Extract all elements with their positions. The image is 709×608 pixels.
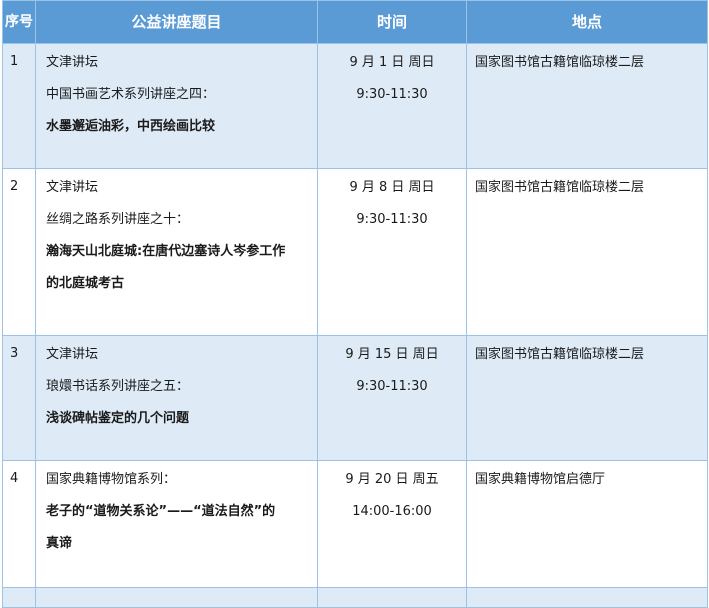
table-header-row: 序号 公益讲座题目 时间 地点 bbox=[2, 0, 708, 44]
lecture-topic-continued: 的北庭城考古 bbox=[46, 276, 125, 291]
lecture-location: 国家典籍博物馆启德厅 bbox=[475, 472, 606, 487]
table-row: 2 文津讲坛 丝绸之路系列讲座之十： 瀚海天山北庭城:在唐代边塞诗人岑参工作 的… bbox=[2, 168, 708, 336]
lecture-hours: 14:00-16:00 bbox=[352, 504, 432, 519]
lecture-subtitle: 丝绸之路系列讲座之十： bbox=[46, 212, 190, 227]
lecture-topic: 水墨邂逅油彩，中西绘画比较 bbox=[46, 119, 216, 134]
location-cell: 国家典籍博物馆启德厅 bbox=[466, 460, 708, 588]
lecture-topic-continued: 真谛 bbox=[46, 536, 73, 551]
lecture-title-cell: 文津讲坛 丝绸之路系列讲座之十： 瀚海天山北庭城:在唐代边塞诗人岑参工作 的北庭… bbox=[35, 168, 318, 336]
time-cell: 9 月 8 日 周日 9:30-11:30 bbox=[317, 168, 467, 336]
lecture-schedule-table: 序号 公益讲座题目 时间 地点 1 文津讲坛 中国书画艺术系列讲座之四： 水墨邂… bbox=[2, 0, 708, 608]
lecture-series: 文津讲坛 bbox=[46, 55, 99, 70]
lecture-title-cell: 国家典籍博物馆系列： 老子的“道物关系论”——“道法自然”的 真谛 bbox=[35, 460, 318, 588]
lecture-date: 9 月 1 日 周日 bbox=[349, 55, 435, 70]
row-number: 3 bbox=[2, 335, 36, 461]
header-lecture-title: 公益讲座题目 bbox=[35, 0, 318, 44]
header-location: 地点 bbox=[466, 0, 708, 44]
lecture-topic: 浅谈碑帖鉴定的几个问题 bbox=[46, 411, 190, 426]
lecture-hours: 9:30-11:30 bbox=[356, 379, 428, 394]
time-cell: 9 月 20 日 周五 14:00-16:00 bbox=[317, 460, 467, 588]
lecture-location: 国家图书馆古籍馆临琼楼二层 bbox=[475, 55, 645, 70]
lecture-hours: 9:30-11:30 bbox=[356, 87, 428, 102]
lecture-topic: 瀚海天山北庭城:在唐代边塞诗人岑参工作 bbox=[46, 244, 286, 259]
table-row: 3 文津讲坛 琅嬛书话系列讲座之五： 浅谈碑帖鉴定的几个问题 9 月 15 日 … bbox=[2, 335, 708, 461]
lecture-subtitle: 琅嬛书话系列讲座之五： bbox=[46, 379, 190, 394]
row-number: 2 bbox=[2, 168, 36, 336]
row-number: 1 bbox=[2, 43, 36, 169]
time-cell: 9 月 1 日 周日 9:30-11:30 bbox=[317, 43, 467, 169]
lecture-location: 国家图书馆古籍馆临琼楼二层 bbox=[475, 180, 645, 195]
location-cell: 国家图书馆古籍馆临琼楼二层 bbox=[466, 168, 708, 336]
location-cell: 国家图书馆古籍馆临琼楼二层 bbox=[466, 335, 708, 461]
lecture-title-cell: 文津讲坛 琅嬛书话系列讲座之五： 浅谈碑帖鉴定的几个问题 bbox=[35, 335, 318, 461]
lecture-series: 国家典籍博物馆系列： bbox=[46, 472, 177, 487]
lecture-subtitle: 中国书画艺术系列讲座之四： bbox=[46, 87, 216, 102]
table-row: 4 国家典籍博物馆系列： 老子的“道物关系论”——“道法自然”的 真谛 9 月 … bbox=[2, 460, 708, 588]
lecture-date: 9 月 20 日 周五 bbox=[345, 472, 439, 487]
header-number: 序号 bbox=[2, 0, 36, 44]
lecture-series: 文津讲坛 bbox=[46, 347, 99, 362]
row-number: 4 bbox=[2, 460, 36, 588]
table-row: 1 文津讲坛 中国书画艺术系列讲座之四： 水墨邂逅油彩，中西绘画比较 9 月 1… bbox=[2, 43, 708, 169]
lecture-topic: 老子的“道物关系论”——“道法自然”的 bbox=[46, 504, 276, 519]
lecture-date: 9 月 8 日 周日 bbox=[349, 180, 435, 195]
lecture-hours: 9:30-11:30 bbox=[356, 212, 428, 227]
header-time: 时间 bbox=[317, 0, 467, 44]
lecture-location: 国家图书馆古籍馆临琼楼二层 bbox=[475, 347, 645, 362]
lecture-series: 文津讲坛 bbox=[46, 180, 99, 195]
lecture-date: 9 月 15 日 周日 bbox=[345, 347, 439, 362]
time-cell: 9 月 15 日 周日 9:30-11:30 bbox=[317, 335, 467, 461]
location-cell: 国家图书馆古籍馆临琼楼二层 bbox=[466, 43, 708, 169]
lecture-title-cell: 文津讲坛 中国书画艺术系列讲座之四： 水墨邂逅油彩，中西绘画比较 bbox=[35, 43, 318, 169]
